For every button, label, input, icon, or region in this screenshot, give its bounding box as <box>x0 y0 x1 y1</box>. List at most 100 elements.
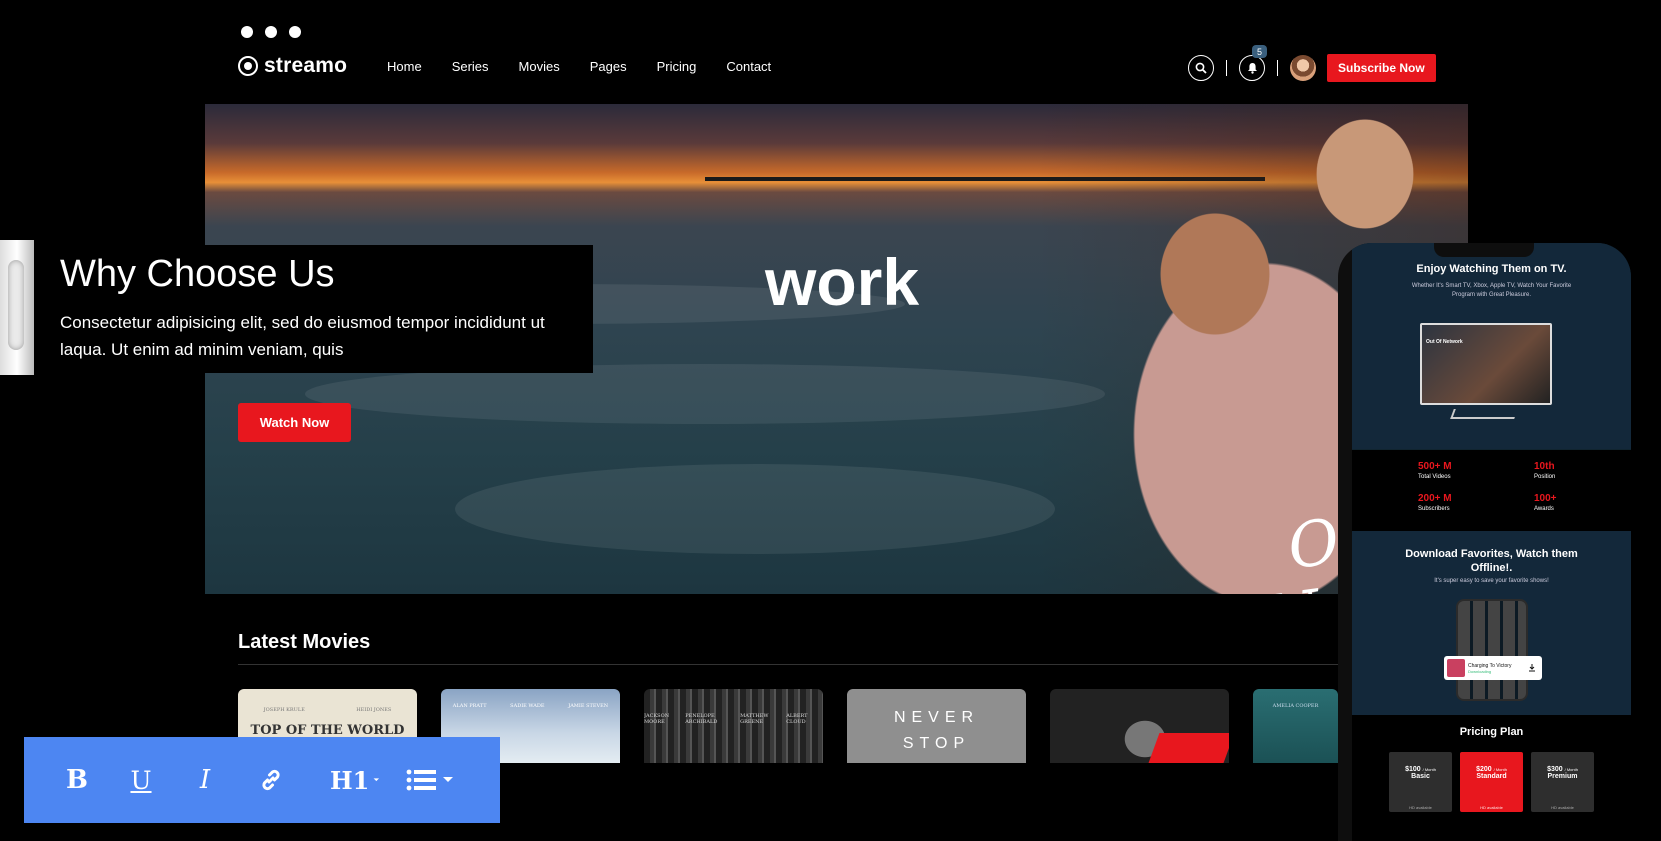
nav-home[interactable]: Home <box>387 59 422 74</box>
plan-feature: HD available <box>1480 805 1503 810</box>
italic-button[interactable]: I <box>188 760 222 800</box>
window-controls <box>241 26 301 38</box>
red-brush-stroke <box>1148 733 1229 763</box>
phone-screen: Enjoy Watching Them on TV. Whether It's … <box>1352 243 1631 841</box>
plan-name: Basic <box>1411 773 1430 780</box>
heading-dropdown[interactable]: H1 <box>330 760 380 800</box>
main-nav: Home Series Movies Pages Pricing Contact <box>387 59 801 74</box>
plan-feature: HD available <box>1551 805 1574 810</box>
link-button[interactable] <box>254 760 288 800</box>
poster-credit: PENELOPE ARCHIBALD <box>685 713 718 725</box>
plan-price: $100 <box>1405 766 1421 773</box>
site-logo[interactable]: streamo <box>238 54 347 78</box>
notifications-button[interactable]: 5 <box>1239 45 1267 81</box>
download-text: It's super easy to save your favorite sh… <box>1434 578 1549 584</box>
window-dot[interactable] <box>265 26 277 38</box>
stat: 100+ Awards <box>1534 493 1557 512</box>
stat-label: Total Videos <box>1418 474 1451 480</box>
nav-contact[interactable]: Contact <box>726 59 771 74</box>
why-choose-text: Consectetur adipisicing elit, sed do eiu… <box>60 313 545 359</box>
phone-notch <box>1434 243 1534 257</box>
plan-period: / Month <box>1493 767 1507 772</box>
poster-title: TOP OF THE WORLD <box>250 723 405 738</box>
stat-value: 200+ M <box>1418 493 1452 504</box>
pricing-plan-premium[interactable]: $300 / Month Premium HD available <box>1531 752 1594 812</box>
pricing-plan-basic[interactable]: $100 / Month Basic HD available <box>1389 752 1452 812</box>
hero-title: work <box>765 245 920 319</box>
tv-screen-title: Out Of Network <box>1426 339 1463 345</box>
wave <box>455 464 1055 554</box>
user-avatar[interactable] <box>1290 55 1316 81</box>
phone-mockup: Enjoy Watching Them on TV. Whether It's … <box>1338 243 1631 841</box>
tv-section-text: Whether It's Smart TV, Xbox, Apple TV, W… <box>1411 283 1572 298</box>
download-title: Download Favorites, Watch them Offline!. <box>1405 548 1578 574</box>
poster-credit: ALAN PRATT <box>452 703 487 709</box>
movie-poster[interactable]: JACKSON MOORE PENELOPE ARCHIBALD MATTHEW… <box>644 689 823 763</box>
nav-series[interactable]: Series <box>452 59 489 74</box>
plan-price: $200 <box>1476 766 1492 773</box>
poster-credit: AMELIA COOPER <box>1272 703 1319 709</box>
poster-credit: JOSEPH KRULE <box>263 707 305 713</box>
poster-credit: MATTHEW GREENE <box>740 713 769 725</box>
plan-name: Standard <box>1476 773 1507 780</box>
tv-image: Out Of Network <box>1420 323 1552 405</box>
notification-badge: 5 <box>1252 45 1267 58</box>
stat-value: 500+ M <box>1418 461 1452 472</box>
movie-poster[interactable] <box>1050 689 1229 763</box>
divider <box>1226 60 1227 76</box>
movie-poster[interactable]: AMELIA COOPER <box>1253 689 1338 763</box>
download-card[interactable]: Charging To Victory Downloading <box>1444 656 1542 680</box>
list-icon <box>406 769 436 791</box>
movie-poster[interactable]: NEVER STOP <box>847 689 1026 763</box>
search-icon <box>1195 62 1207 74</box>
subscribe-button[interactable]: Subscribe Now <box>1327 54 1436 82</box>
window-dot[interactable] <box>289 26 301 38</box>
underline-button[interactable]: U <box>124 760 158 800</box>
poster-credits: JOSEPH KRULE HEIDI JONES <box>238 707 417 713</box>
stat-label: Position <box>1534 474 1556 480</box>
stats-section: 500+ M Total Videos 10th Position 200+ M… <box>1352 450 1631 531</box>
plan-period: / Month <box>1422 767 1436 772</box>
poster-credits: JACKSON MOORE PENELOPE ARCHIBALD MATTHEW… <box>644 713 823 725</box>
link-icon <box>262 769 280 791</box>
divider <box>1277 60 1278 76</box>
pricing-plan-standard[interactable]: $200 / Month Standard HD available <box>1460 752 1523 812</box>
search-button[interactable] <box>1188 55 1214 81</box>
poster-title-line: NEVER <box>893 709 980 726</box>
logo-text: streamo <box>264 54 348 77</box>
tv-section: Enjoy Watching Them on TV. Whether It's … <box>1352 243 1631 449</box>
tv-stand <box>1450 409 1518 419</box>
caret-down-icon <box>443 777 453 782</box>
why-choose-us-card: Why Choose Us Consectetur adipisicing el… <box>36 245 593 373</box>
download-card-title: Charging To Victory <box>1468 662 1512 669</box>
stat: 500+ M Total Videos <box>1418 461 1452 480</box>
latest-movies-title: Latest Movies <box>238 631 371 653</box>
poster-title: NEVER STOP <box>847 705 1026 757</box>
section-divider <box>238 664 1338 665</box>
nav-pricing[interactable]: Pricing <box>657 59 697 74</box>
poster-credit: HEIDI JONES <box>356 707 392 713</box>
nav-pages[interactable]: Pages <box>590 59 627 74</box>
plan-period: / Month <box>1564 767 1578 772</box>
stat: 200+ M Subscribers <box>1418 493 1452 512</box>
why-choose-title: Why Choose Us <box>60 253 335 295</box>
text-format-toolbar: B U I H1 <box>24 737 500 823</box>
heading-label: H1 <box>330 765 370 795</box>
stat-label: Subscribers <box>1418 506 1450 512</box>
window-dot[interactable] <box>241 26 253 38</box>
list-dropdown[interactable] <box>404 760 456 800</box>
nav-movies[interactable]: Movies <box>519 59 560 74</box>
poster-credit: SADIE WADE <box>510 703 545 709</box>
plan-name: Premium <box>1547 773 1578 780</box>
stat-value: 10th <box>1534 461 1555 472</box>
poster-credit: JAMIE STEVEN <box>568 703 609 709</box>
phone-image <box>1456 599 1528 701</box>
stat-value: 100+ <box>1534 493 1557 504</box>
poster-title-line: STOP <box>902 735 971 752</box>
watch-now-button[interactable]: Watch Now <box>238 403 351 442</box>
pricing-title: Pricing Plan <box>1459 726 1524 738</box>
download-section: Download Favorites, Watch them Offline!.… <box>1352 531 1631 715</box>
bold-button[interactable]: B <box>60 760 94 800</box>
stat: 10th Position <box>1534 461 1555 480</box>
bottle-image-fragment <box>0 240 34 375</box>
